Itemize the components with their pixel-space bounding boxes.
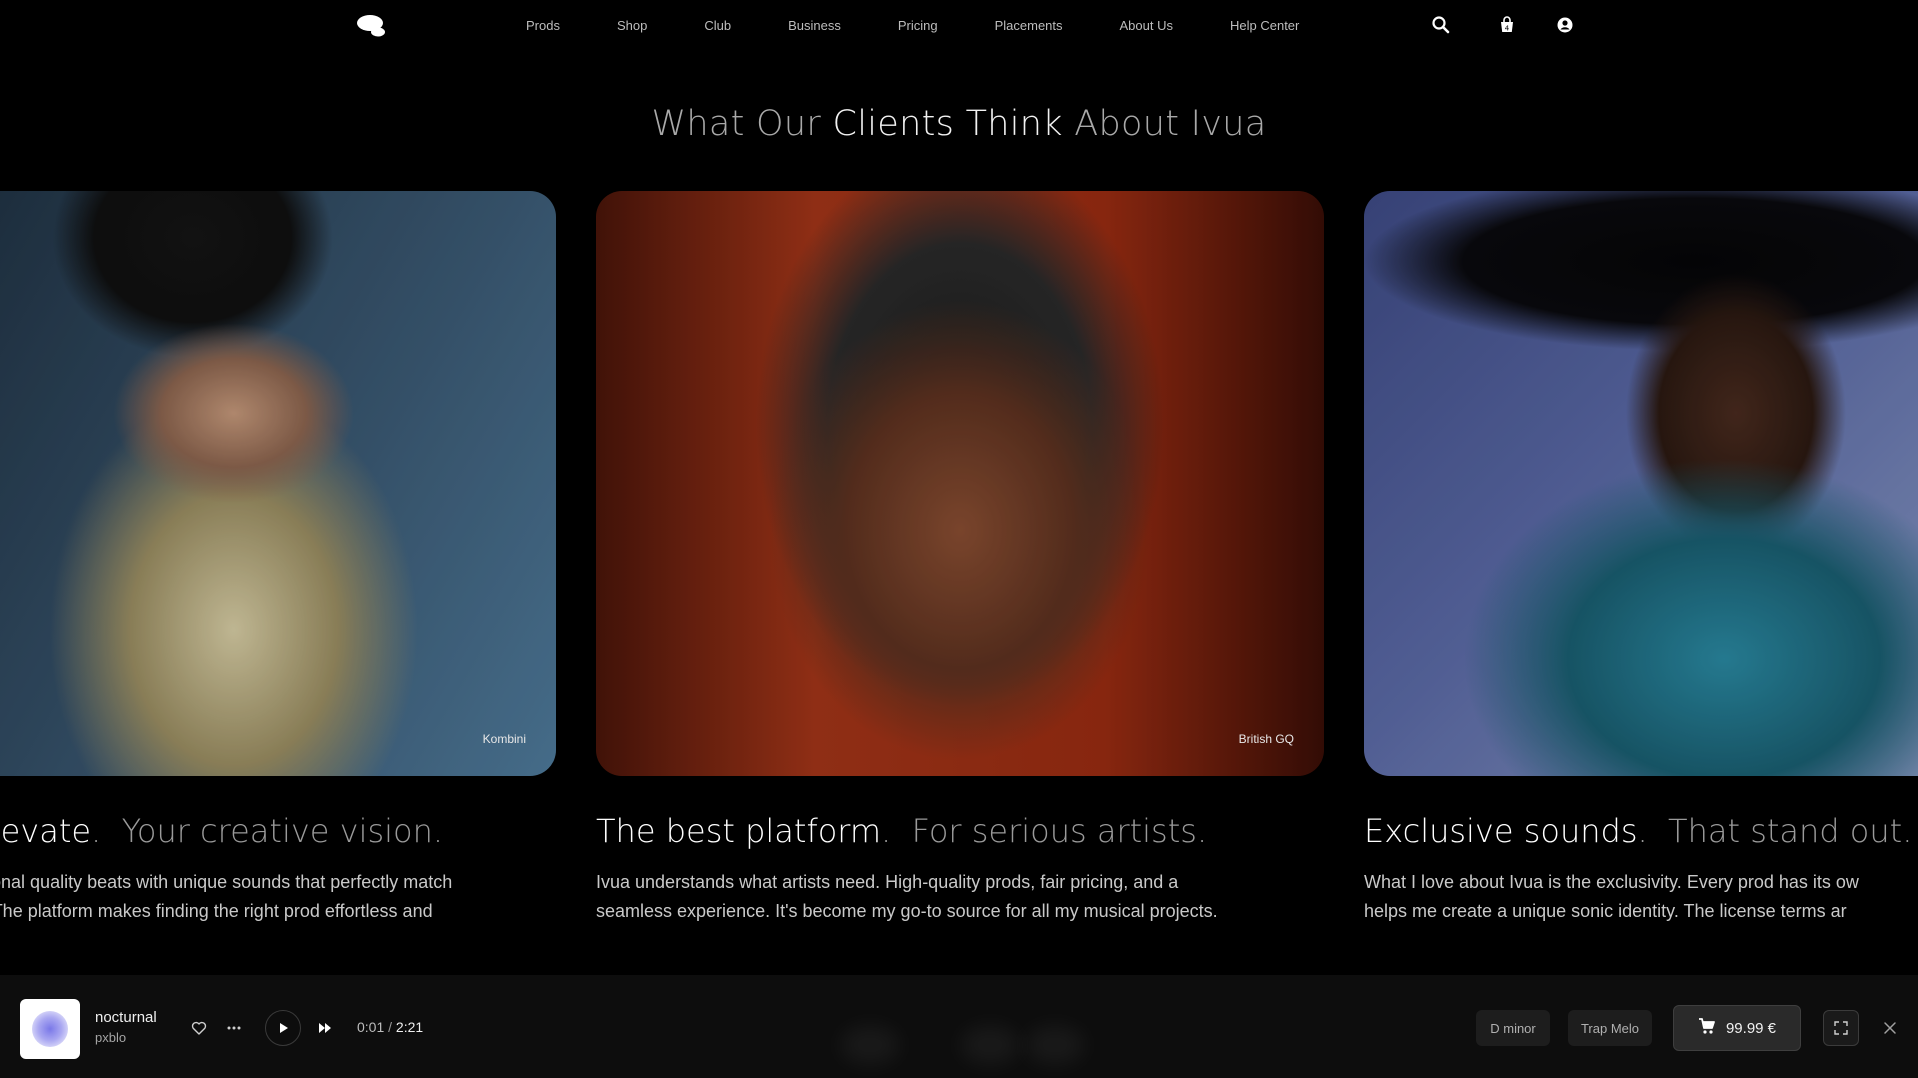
cart-count: 4: [1505, 25, 1510, 33]
logo-cloud-icon[interactable]: [353, 11, 393, 39]
playback-time: 0:01 / 2:21: [357, 1019, 424, 1035]
nav-link-pricing[interactable]: Pricing: [898, 18, 938, 33]
testimonial-body-1: otional quality beats with unique sounds…: [0, 872, 453, 921]
audio-player-bar: nocturnal pxblo 0:01 / 2:21 D minor Trap…: [0, 975, 1918, 1078]
close-icon[interactable]: [1879, 1017, 1901, 1039]
testimonial-title-3: Exclusive sounds. That stand out.: [1364, 812, 1913, 850]
main-menu: Prods Shop Club Business Pricing Placeme…: [526, 0, 1299, 50]
heart-icon[interactable]: [188, 1017, 210, 1039]
heading-highlight: Clients Think: [832, 104, 1063, 144]
testimonial-title-2: The best platform. For serious artists.: [596, 812, 1208, 850]
cart-icon[interactable]: 4: [1496, 14, 1518, 36]
nav-link-placements[interactable]: Placements: [995, 18, 1063, 33]
track-title[interactable]: nocturnal: [95, 1009, 157, 1026]
nav-link-shop[interactable]: Shop: [617, 18, 647, 33]
testimonial-title-1: elevate. Your creative vision.: [0, 812, 444, 850]
play-icon[interactable]: [265, 1010, 301, 1046]
shopping-cart-icon: [1698, 1017, 1716, 1039]
nav-link-about-us[interactable]: About Us: [1120, 18, 1173, 33]
testimonial-body-3: What I love about Ivua is the exclusivit…: [1364, 872, 1859, 921]
nav-link-help-center[interactable]: Help Center: [1230, 18, 1299, 33]
more-icon[interactable]: [223, 1017, 245, 1039]
price-label: 99.99 €: [1725, 1019, 1777, 1037]
testimonial-body-2: Ivua understands what artists need. High…: [596, 872, 1218, 921]
next-icon[interactable]: [314, 1017, 336, 1039]
page: Prods Shop Club Business Pricing Placeme…: [0, 0, 1918, 1078]
track-cover[interactable]: [20, 999, 80, 1059]
top-nav: Prods Shop Club Business Pricing Placeme…: [0, 0, 1918, 50]
expand-icon[interactable]: [1823, 1010, 1859, 1046]
heading-part-1: What Our: [651, 104, 833, 144]
key-tag[interactable]: D minor: [1476, 1010, 1550, 1046]
section-heading: What Our Clients Think About Ivua: [0, 104, 1918, 144]
nav-link-business[interactable]: Business: [788, 18, 841, 33]
nav-link-prods[interactable]: Prods: [526, 18, 560, 33]
account-icon[interactable]: [1554, 14, 1576, 36]
search-icon[interactable]: [1430, 14, 1452, 36]
testimonial-image-2: British GQ: [596, 191, 1324, 776]
genre-tag[interactable]: Trap Melo: [1568, 1010, 1652, 1046]
heading-part-3: About Ivua: [1062, 104, 1267, 144]
press-source-label: Kombini: [482, 732, 526, 746]
track-artist[interactable]: pxblo: [95, 1030, 126, 1045]
testimonial-image-1: Kombini: [0, 191, 556, 776]
nav-link-club[interactable]: Club: [704, 18, 731, 33]
add-to-cart-button[interactable]: 99.99 €: [1673, 1005, 1801, 1051]
testimonial-image-3: [1364, 191, 1918, 776]
press-source-label: British GQ: [1238, 732, 1294, 746]
